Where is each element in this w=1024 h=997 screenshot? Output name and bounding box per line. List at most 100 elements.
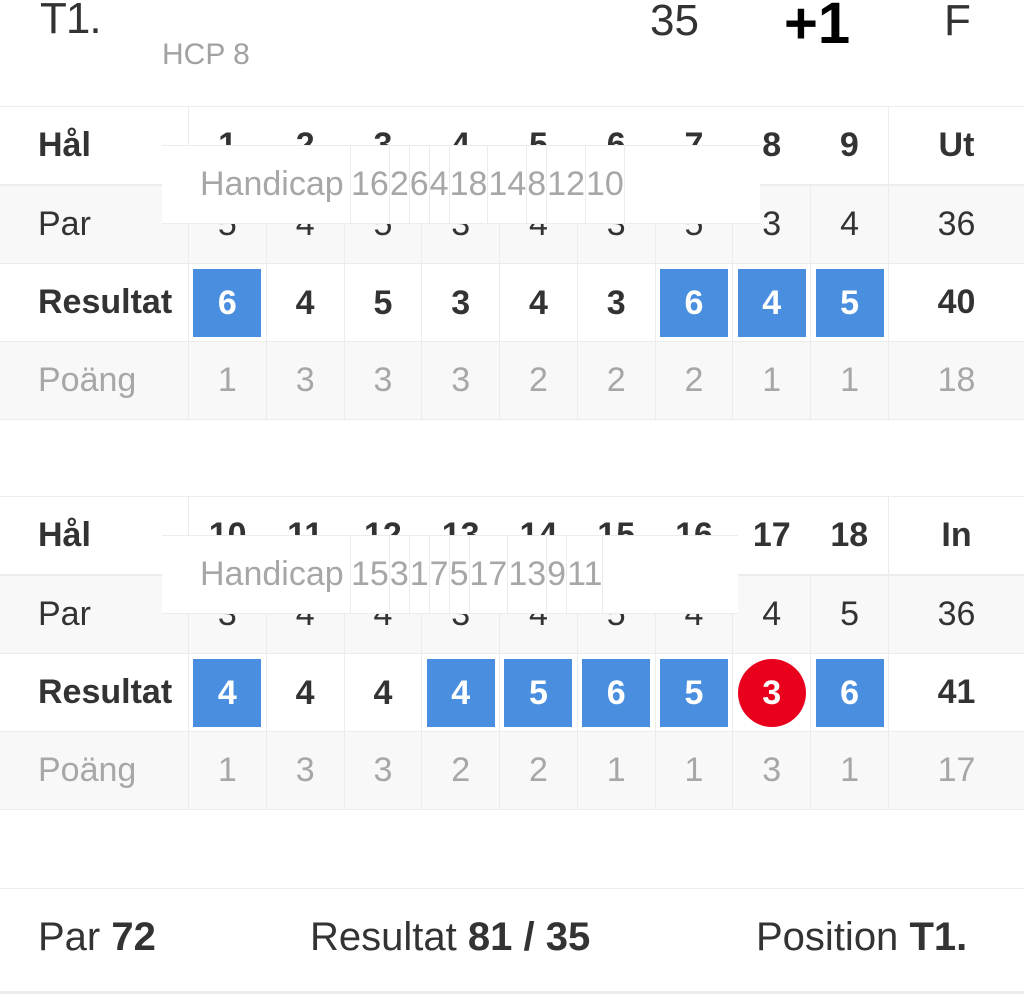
- par-score: 3: [451, 283, 471, 322]
- hole-result: 6: [576, 653, 656, 732]
- player-to-par: +1: [784, 0, 851, 56]
- hole-result: 6: [654, 263, 734, 342]
- over-par-score: 5: [815, 268, 884, 337]
- over-par-score: 6: [582, 658, 651, 727]
- hole-points: 3: [343, 731, 423, 810]
- hole-par: 5: [810, 575, 889, 654]
- over-par-score: 4: [737, 268, 806, 337]
- par-score: 4: [295, 673, 315, 712]
- handicap-row-label: Handicap: [162, 144, 351, 224]
- hole-handicap: 5: [448, 534, 470, 614]
- summary-result-label: Resultat: [310, 915, 457, 959]
- hole-points: 1: [810, 341, 889, 420]
- hole-points: 1: [810, 731, 889, 810]
- hole-number: 17: [732, 496, 811, 575]
- hole-handicap: 4: [428, 144, 450, 224]
- over-par-score: 5: [504, 658, 573, 727]
- hole-points: 2: [654, 341, 734, 420]
- hole-points: 1: [654, 731, 734, 810]
- result-row-label: Resultat: [0, 653, 189, 732]
- hole-handicap: 15: [350, 534, 390, 614]
- hole-handicap: 17: [468, 534, 509, 614]
- result-row-total: 40: [888, 263, 1024, 342]
- hole-points: 3: [343, 341, 423, 420]
- points-row-total: 18: [888, 341, 1024, 420]
- points-row: Poäng 1 3 3 2 2 1 1 3 1 17: [0, 731, 1024, 810]
- hole-number-row-total: Ut: [888, 106, 1024, 185]
- par-score: 4: [528, 283, 548, 322]
- hole-handicap: 18: [448, 144, 489, 224]
- over-par-score: 6: [193, 268, 262, 337]
- hole-result: 4: [343, 653, 423, 732]
- hole-result: 4: [265, 653, 345, 732]
- par-row-total: 36: [888, 185, 1024, 264]
- player-header: T1. HCP 8 35 +1 F: [0, 0, 1024, 106]
- hole-result: 6: [188, 263, 267, 342]
- result-row-total: 41: [888, 653, 1024, 732]
- points-row: Poäng 1 3 3 3 2 2 2 1 1 18: [0, 341, 1024, 420]
- hole-result: 4: [265, 263, 345, 342]
- hole-handicap: 10: [585, 144, 625, 224]
- hole-points: 3: [265, 731, 345, 810]
- hole-points: 3: [265, 341, 345, 420]
- scorecard-back-nine: Hål101112131415161718InHandicap153175171…: [0, 496, 1024, 810]
- under-par-score: 3: [737, 658, 806, 727]
- over-par-score: 6: [815, 658, 884, 727]
- hole-handicap: 6: [408, 144, 430, 224]
- hole-result: 4: [732, 263, 812, 342]
- hole-points: 1: [188, 731, 267, 810]
- over-par-score: 5: [659, 658, 728, 727]
- player-handicap: HCP 8: [162, 38, 250, 71]
- hole-result: 4: [421, 653, 501, 732]
- result-row: Resultat 4 4 4 4 5 6 5 3 6 41: [0, 653, 1024, 732]
- hole-result: 3: [732, 653, 812, 732]
- summary-par-label: Par: [38, 915, 101, 959]
- hole-result: 4: [188, 653, 267, 732]
- summary-result: Resultat 81 / 35: [310, 915, 590, 960]
- hole-points: 1: [576, 731, 656, 810]
- hole-points: 1: [732, 341, 812, 420]
- hole-number-row-label: Hål: [0, 106, 189, 185]
- hole-par: 4: [810, 185, 889, 264]
- hole-result: 4: [499, 263, 578, 342]
- par-score: 3: [606, 283, 626, 322]
- hole-result: 3: [421, 263, 501, 342]
- hole-handicap: 11: [566, 534, 604, 614]
- hole-result: 5: [499, 653, 578, 732]
- handicap-row: Handicap 16 2 6 4 18 14 8 12 10: [162, 144, 760, 224]
- handicap-row-total: [602, 534, 739, 614]
- hole-result: 5: [810, 263, 889, 342]
- summary-position-label: Position: [756, 915, 899, 959]
- hole-handicap: 2: [388, 144, 410, 224]
- hole-points: 2: [499, 341, 578, 420]
- par-row-label: Par: [0, 575, 189, 654]
- summary-result-value: 81 / 35: [467, 915, 591, 959]
- hole-result: 5: [654, 653, 734, 732]
- round-status: F: [944, 0, 971, 45]
- hole-handicap: 7: [428, 534, 450, 614]
- hole-result: 5: [343, 263, 423, 342]
- hole-handicap: 16: [350, 144, 390, 224]
- hole-handicap: 3: [388, 534, 410, 614]
- hole-points: 2: [421, 731, 501, 810]
- hole-number: 9: [810, 106, 889, 185]
- handicap-row: Handicap 15 3 1 7 5 17 13 9 11: [162, 534, 739, 614]
- result-row: Resultat 6 4 5 3 4 3 6 4 5 40: [0, 263, 1024, 342]
- handicap-row-label: Handicap: [162, 534, 351, 614]
- hole-number-row-label: Hål: [0, 496, 189, 575]
- hole-handicap: 8: [526, 144, 548, 224]
- hole-handicap: 12: [546, 144, 586, 224]
- par-row-total: 36: [888, 575, 1024, 654]
- hole-points: 3: [732, 731, 812, 810]
- par-score: 4: [373, 673, 393, 712]
- hole-points: 3: [421, 341, 501, 420]
- hole-par: 4: [732, 575, 812, 654]
- over-par-score: 4: [426, 658, 495, 727]
- hole-points: 1: [188, 341, 267, 420]
- summary-position: Position T1.: [756, 915, 967, 960]
- points-row-label: Poäng: [0, 341, 189, 420]
- handicap-row-total: [623, 144, 760, 224]
- over-par-score: 6: [659, 268, 728, 337]
- hole-points: 2: [576, 341, 656, 420]
- hole-handicap: 13: [507, 534, 548, 614]
